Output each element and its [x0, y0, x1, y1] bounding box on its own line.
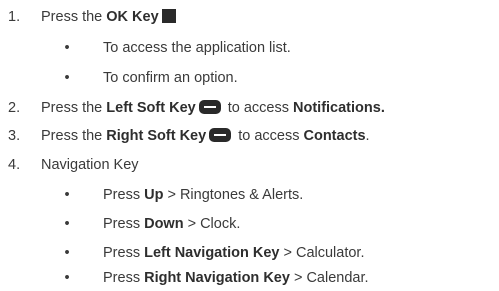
sub-item-text: Press	[103, 187, 145, 203]
sub-item-text: > Calculator.	[279, 245, 365, 261]
bullet-icon: •	[64, 187, 70, 203]
item-number: 4.	[8, 157, 21, 173]
sub-item-text: Press	[103, 245, 145, 261]
soft-key-icon	[198, 100, 221, 114]
ok-key-label: OK Key	[106, 9, 159, 25]
sub-item-text: Press	[103, 216, 145, 232]
sub-item-text: To confirm an option.	[103, 70, 238, 86]
sub-item-text: Press	[103, 270, 145, 286]
item-text: Navigation Key	[41, 157, 139, 173]
item-text: Press the	[41, 100, 107, 116]
item-number: 1.	[8, 9, 21, 25]
item-text: Press the	[41, 128, 107, 144]
notifications-label: Notifications.	[293, 100, 385, 116]
item-text: Press the	[41, 9, 107, 25]
left-soft-key-label: Left Soft Key	[106, 100, 196, 116]
bullet-icon: •	[64, 70, 70, 86]
sub-item-text: To access the application list.	[103, 40, 291, 56]
item-text: to access	[223, 100, 294, 116]
soft-key-icon	[209, 128, 232, 142]
sub-item-text: > Clock.	[183, 216, 241, 232]
down-label: Down	[144, 216, 184, 232]
ok-key-square-icon	[161, 9, 176, 23]
sub-item-text: > Ringtones & Alerts.	[163, 187, 304, 203]
item-text: .	[365, 128, 370, 144]
sub-item-text: > Calendar.	[289, 270, 369, 286]
left-navigation-key-label: Left Navigation Key	[144, 245, 280, 261]
right-navigation-key-label: Right Navigation Key	[144, 270, 290, 286]
bullet-icon: •	[64, 40, 70, 56]
item-number: 2.	[8, 100, 21, 116]
bullet-icon: •	[64, 270, 70, 286]
bullet-icon: •	[64, 216, 70, 232]
instruction-list: 1. Press the OK Key • To access the appl…	[0, 0, 499, 291]
item-text: to access	[234, 128, 304, 144]
item-number: 3.	[8, 128, 21, 144]
up-label: Up	[144, 187, 164, 203]
right-soft-key-label: Right Soft Key	[106, 128, 207, 144]
contacts-label: Contacts	[303, 128, 366, 144]
bullet-icon: •	[64, 245, 70, 261]
